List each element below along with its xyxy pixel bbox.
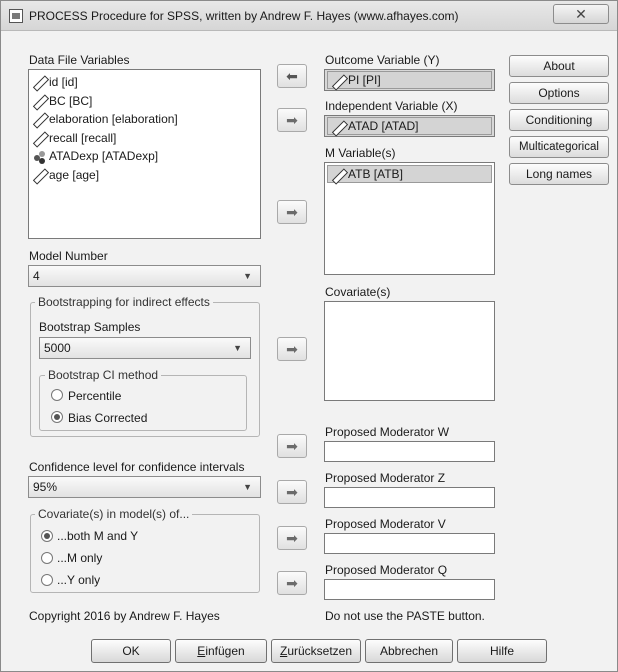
bootstrap-ci-label: Bootstrap CI method	[45, 368, 162, 382]
move-right-arrow-button-v[interactable]: ➡	[277, 526, 307, 550]
independent-variable-item[interactable]: ATAD [ATAD]	[327, 117, 492, 135]
variable-label: age [age]	[49, 167, 100, 182]
cancel-button[interactable]: Abbrechen	[365, 639, 453, 663]
chevron-down-icon: ▼	[233, 343, 242, 353]
confidence-level-value: 95%	[33, 480, 58, 494]
scale-variable-icon	[332, 75, 345, 88]
outcome-variable-value: PI [PI]	[348, 73, 381, 87]
variable-list-item[interactable]: ATADexp [ATADexp]	[29, 147, 260, 166]
model-number-label: Model Number	[29, 249, 108, 263]
variable-label: ATADexp [ATADexp]	[49, 149, 159, 163]
covariates-label: Covariate(s)	[325, 285, 391, 299]
title-bar: PROCESS Procedure for SPSS, written by A…	[1, 1, 617, 31]
reset-button[interactable]: Zurücksetzen	[271, 639, 361, 663]
variable-list-item[interactable]: age [age]	[29, 166, 260, 185]
m-variable-value: ATB [ATB]	[348, 167, 403, 181]
move-right-arrow-button-covariates[interactable]: ➡	[277, 337, 307, 361]
bias-corrected-label: Bias Corrected	[68, 411, 148, 425]
outcome-variable-field[interactable]: PI [PI]	[324, 69, 495, 91]
bootstrap-samples-label: Bootstrap Samples	[39, 320, 141, 334]
m-variables-label: M Variable(s)	[325, 146, 396, 160]
scale-variable-icon	[33, 95, 46, 108]
long-names-button[interactable]: Long names	[509, 163, 609, 185]
variable-list-item[interactable]: BC [BC]	[29, 92, 260, 111]
moderator-v-field[interactable]	[324, 533, 495, 554]
reset-label-rest: urücksetzen	[287, 644, 353, 658]
y-only-label: ...Y only	[57, 573, 101, 587]
independent-variable-value: ATAD [ATAD]	[348, 119, 419, 133]
paste-label-rest: infügen	[205, 644, 245, 658]
close-button[interactable]: ✕	[553, 4, 609, 24]
variable-label: id [id]	[49, 75, 78, 89]
multicategorical-button[interactable]: Multicategorical	[509, 136, 609, 158]
scale-variable-icon	[33, 132, 46, 145]
scale-variable-icon	[33, 169, 46, 182]
variable-label: recall [recall]	[49, 130, 117, 145]
help-button[interactable]: Hilfe	[457, 639, 547, 663]
moderator-q-field[interactable]	[324, 579, 495, 600]
outcome-variable-item[interactable]: PI [PI]	[327, 71, 492, 89]
window-title: PROCESS Procedure for SPSS, written by A…	[29, 9, 459, 23]
chevron-down-icon: ▼	[243, 482, 252, 492]
model-number-dropdown[interactable]: 4 ▼	[28, 265, 261, 287]
chevron-down-icon: ▼	[243, 271, 252, 281]
model-number-value: 4	[33, 269, 40, 283]
moderator-z-label: Proposed Moderator Z	[325, 471, 446, 485]
confidence-level-label: Confidence level for confidence interval…	[29, 460, 245, 474]
bootstrap-samples-value: 5000	[44, 341, 71, 355]
m-only-radio[interactable]	[41, 552, 53, 564]
bootstrap-group-label: Bootstrapping for indirect effects	[35, 295, 213, 309]
y-only-radio[interactable]	[41, 574, 53, 586]
ok-button[interactable]: OK	[91, 639, 171, 663]
independent-variable-field[interactable]: ATAD [ATAD]	[324, 115, 495, 137]
covariates-list[interactable]	[324, 301, 495, 401]
move-right-arrow-button-w[interactable]: ➡	[277, 434, 307, 458]
both-m-and-y-radio[interactable]	[41, 530, 53, 542]
about-button[interactable]: About	[509, 55, 609, 77]
nominal-variable-icon	[33, 150, 46, 163]
bootstrap-samples-dropdown[interactable]: 5000 ▼	[39, 337, 251, 359]
data-file-variables-list[interactable]: id [id] BC [BC] elaboration [elaboration] r…	[28, 69, 261, 239]
moderator-v-label: Proposed Moderator V	[325, 517, 446, 531]
copyright-text: Copyright 2016 by Andrew F. Hayes	[29, 609, 220, 623]
spss-app-icon	[9, 9, 23, 23]
scale-variable-icon	[33, 113, 46, 126]
paste-button[interactable]: Einfügen	[175, 639, 267, 663]
both-m-and-y-label: ...both M and Y	[57, 529, 139, 543]
move-left-arrow-button[interactable]: ⬅	[277, 64, 307, 88]
m-variables-list[interactable]: ATB [ATB]	[324, 162, 495, 275]
moderator-z-field[interactable]	[324, 487, 495, 508]
outcome-variable-label: Outcome Variable (Y)	[325, 53, 440, 67]
covariates-in-model-label: Covariate(s) in model(s) of...	[35, 507, 193, 521]
confidence-level-dropdown[interactable]: 95% ▼	[28, 476, 261, 498]
move-right-arrow-button-z[interactable]: ➡	[277, 480, 307, 504]
variable-list-item[interactable]: id [id]	[29, 73, 260, 92]
scale-variable-icon	[332, 121, 345, 134]
percentile-radio[interactable]	[51, 389, 63, 401]
bias-corrected-radio[interactable]	[51, 411, 63, 423]
move-right-arrow-button-x[interactable]: ➡	[277, 108, 307, 132]
variable-label: BC [BC]	[49, 93, 93, 108]
process-dialog: PROCESS Procedure for SPSS, written by A…	[0, 0, 618, 672]
move-right-arrow-button-m[interactable]: ➡	[277, 200, 307, 224]
scale-variable-icon	[332, 169, 345, 182]
variable-label: elaboration [elaboration]	[49, 112, 178, 126]
conditioning-button[interactable]: Conditioning	[509, 109, 609, 131]
options-button[interactable]: Options	[509, 82, 609, 104]
m-variable-item[interactable]: ATB [ATB]	[327, 165, 492, 183]
moderator-w-label: Proposed Moderator W	[325, 425, 450, 439]
paste-note-text: Do not use the PASTE button.	[325, 609, 485, 623]
percentile-label: Percentile	[68, 389, 122, 403]
m-only-label: ...M only	[57, 551, 103, 565]
move-right-arrow-button-q[interactable]: ➡	[277, 571, 307, 595]
scale-variable-icon	[33, 76, 46, 89]
variable-list-item[interactable]: recall [recall]	[29, 129, 260, 148]
moderator-q-label: Proposed Moderator Q	[325, 563, 448, 577]
variable-list-item[interactable]: elaboration [elaboration]	[29, 110, 260, 129]
moderator-w-field[interactable]	[324, 441, 495, 462]
independent-variable-label: Independent Variable (X)	[325, 99, 458, 113]
data-file-variables-label: Data File Variables	[29, 53, 130, 67]
